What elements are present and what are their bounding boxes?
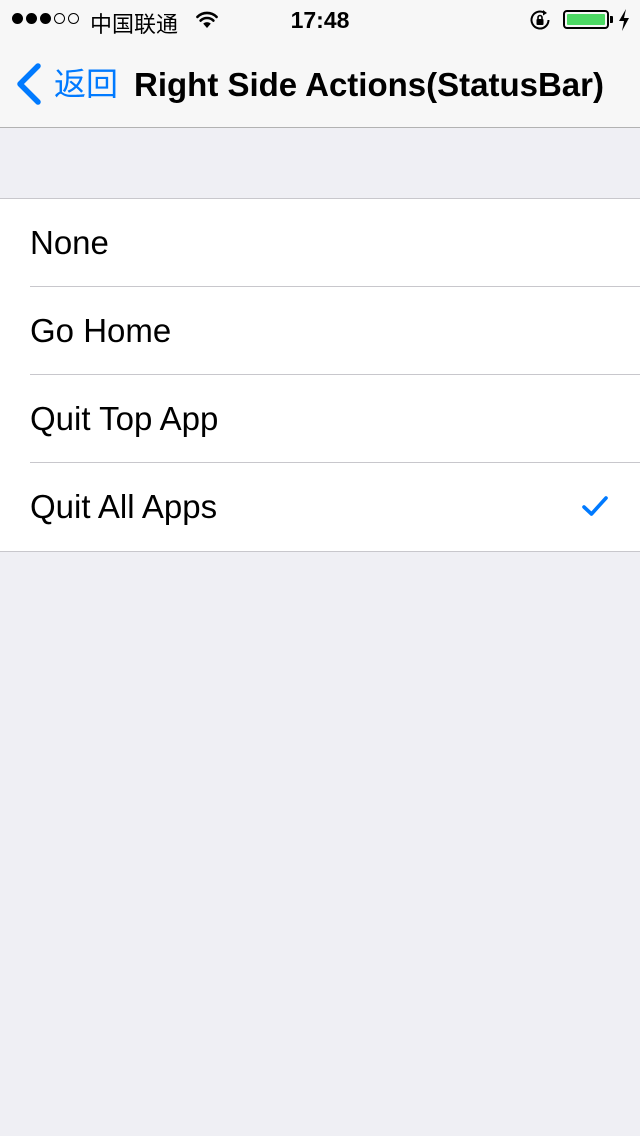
back-button-label: 返回 [54, 65, 119, 103]
chevron-left-icon [17, 63, 41, 105]
option-label: Quit Top App [30, 400, 219, 437]
option-quit-top-app[interactable]: Quit Top App [0, 375, 640, 463]
option-label: Go Home [30, 312, 172, 349]
navigation-bar: 返回 Right Side Actions(StatusBar) [0, 40, 640, 128]
option-quit-all-apps[interactable]: Quit All Apps [0, 463, 640, 551]
option-none[interactable]: None [0, 199, 640, 287]
option-label: None [30, 224, 109, 261]
battery-fill [567, 14, 605, 25]
checkmark-icon [581, 495, 609, 522]
page-title: Right Side Actions(StatusBar) [134, 66, 604, 103]
option-label: Quit All Apps [30, 488, 218, 525]
battery-icon [563, 10, 609, 29]
back-button[interactable]: 返回 [14, 62, 118, 106]
options-list: None Go Home Quit Top App Quit All Apps [0, 198, 640, 552]
status-bar: 中国联通 17:48 [0, 0, 640, 40]
battery-tip [610, 16, 613, 23]
option-go-home[interactable]: Go Home [0, 287, 640, 375]
charging-bolt-icon [617, 8, 631, 39]
rotation-lock-icon [528, 8, 552, 39]
